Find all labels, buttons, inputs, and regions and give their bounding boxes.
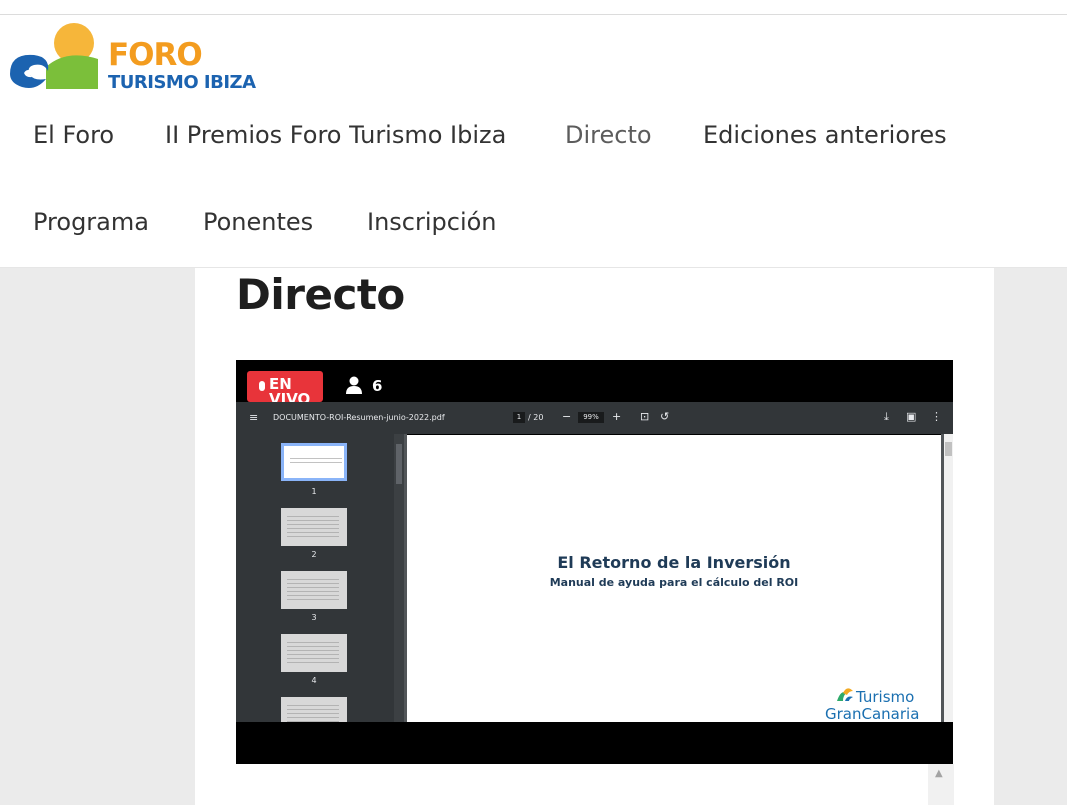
rotate-icon[interactable]: ↺ — [660, 411, 669, 423]
top-border — [0, 0, 1067, 15]
thumbnail-page-4[interactable] — [281, 634, 347, 672]
user-icon — [346, 376, 362, 394]
pdf-scroll-area — [941, 434, 953, 722]
brand-text-turismo: Turismo — [856, 688, 915, 706]
thumbnail-label: 2 — [311, 550, 317, 559]
nav-item-programa[interactable]: Programa — [33, 208, 149, 236]
site-header: FORO TURISMO IBIZA El Foro II Premios Fo… — [0, 15, 1067, 268]
page-scrollbar[interactable]: ▲ — [928, 764, 954, 805]
nav-item-ediciones-anteriores[interactable]: Ediciones anteriores — [703, 121, 947, 149]
menu-icon[interactable]: ≡ — [249, 412, 258, 424]
pdf-page: El Retorno de la Inversión Manual de ayu… — [407, 435, 941, 723]
document-title: El Retorno de la Inversión — [557, 553, 791, 572]
thumbnail-page-3[interactable] — [281, 571, 347, 609]
pdf-filename: DOCUMENTO-ROI-Resumen-junio-2022.pdf — [273, 413, 445, 422]
thumbnail-label: 3 — [311, 613, 317, 622]
thumbnail-label: 1 — [311, 487, 317, 496]
zoom-in-icon[interactable]: + — [612, 411, 621, 423]
brand-logo-icon — [837, 688, 853, 701]
sidebar-scrollbar[interactable] — [394, 434, 404, 722]
main-content: Directo EN VIVO 6 ≡ DOCUMENTO-ROI-Resume… — [195, 268, 994, 805]
live-badge: EN VIVO — [247, 371, 323, 407]
scroll-up-icon[interactable]: ▲ — [935, 768, 943, 779]
download-icon[interactable]: ⤓ — [884, 411, 889, 423]
nav-item-ponentes[interactable]: Ponentes — [203, 208, 313, 236]
pdf-toolbar: ≡ DOCUMENTO-ROI-Resumen-junio-2022.pdf 1… — [236, 402, 953, 434]
viewer-count: 6 — [372, 377, 383, 395]
nav-item-directo[interactable]: Directo — [565, 121, 652, 149]
nav-item-el-foro[interactable]: El Foro — [33, 121, 114, 149]
page-title: Directo — [236, 270, 405, 319]
print-icon[interactable]: ▣ — [906, 411, 916, 423]
page-total: / 20 — [528, 413, 544, 422]
zoom-out-icon[interactable]: − — [562, 411, 571, 423]
nav-item-premios[interactable]: II Premios Foro Turismo Ibiza — [165, 121, 506, 149]
thumbnail-page-2[interactable] — [281, 508, 347, 546]
document-subtitle: Manual de ayuda para el cálculo del ROI — [549, 576, 799, 589]
live-stream-player[interactable]: EN VIVO 6 ≡ DOCUMENTO-ROI-Resumen-junio-… — [236, 360, 953, 764]
thumbnail-page-5[interactable] — [281, 697, 347, 722]
nav-item-inscripcion[interactable]: Inscripción — [367, 208, 497, 236]
more-options-icon[interactable]: ⋮ — [931, 411, 942, 423]
logo-text-turismo-ibiza: TURISMO IBIZA — [108, 72, 256, 93]
site-logo[interactable]: FORO TURISMO IBIZA — [6, 19, 276, 94]
live-dot-icon — [259, 381, 265, 391]
logo-icon — [10, 23, 98, 89]
thumbnail-page-1[interactable] — [281, 443, 347, 481]
pdf-scrollbar[interactable] — [944, 434, 953, 722]
zoom-level[interactable]: 99% — [578, 412, 604, 423]
pdf-thumbnail-sidebar: 1 2 3 4 — [236, 434, 404, 722]
thumbnail-label: 4 — [311, 676, 317, 685]
brand-text-grancanaria: GranCanaria — [825, 705, 920, 723]
logo-text-foro: FORO — [108, 37, 203, 73]
page-number-input[interactable]: 1 — [513, 412, 525, 423]
fit-page-icon[interactable]: ⊡ — [640, 411, 649, 423]
